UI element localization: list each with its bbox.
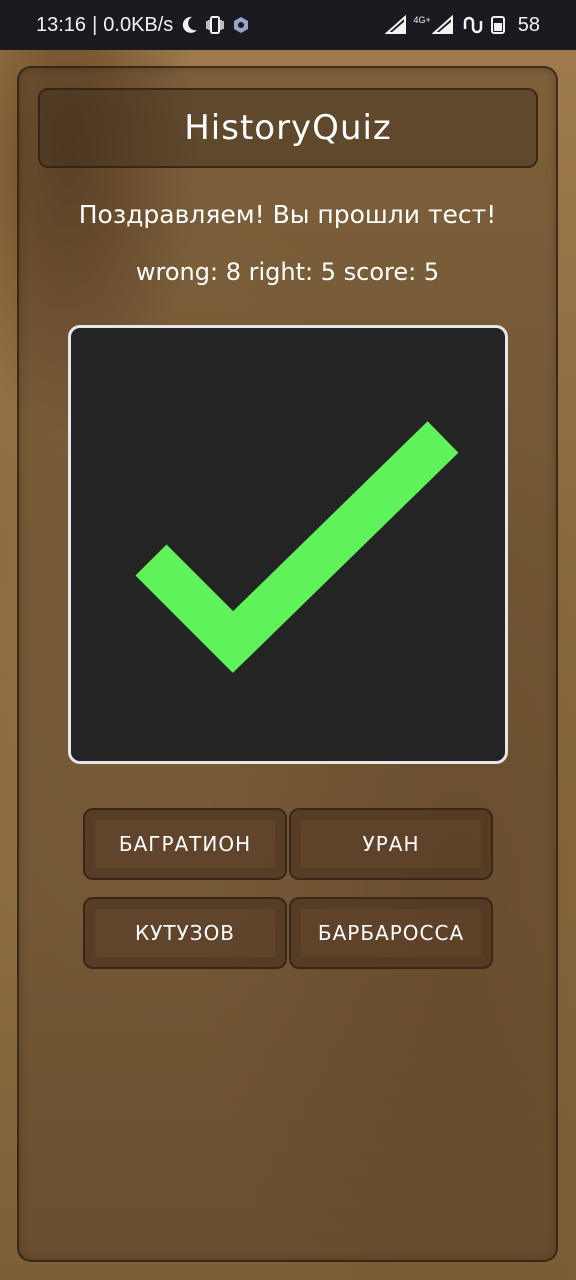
answer-button-4[interactable]: БАРБАРОССА [289,897,493,969]
link-icon [462,15,482,35]
status-left: 13:16 | 0.0KB/s [36,14,251,37]
answer-label: БАРБАРОССА [317,921,465,945]
status-right: 4G+ 58 [384,13,540,37]
answer-button-1[interactable]: БАГРАТИОН [83,808,287,880]
battery-level: 58 [517,13,540,36]
answer-label: БАГРАТИОН [118,832,252,856]
moon-icon [179,15,199,35]
settings-hex-icon [231,15,251,35]
score-line: wrong: 8 right: 5 score: 5 [135,258,440,286]
status-bar: 13:16 | 0.0KB/s 4G+ 58 [0,0,576,50]
app-title-bar: HistoryQuiz [38,88,538,168]
signal-icon [384,14,407,35]
answer-button-3[interactable]: КУТУЗОВ [83,897,287,969]
result-message: Поздравляем! Вы прошли тест! [78,200,497,229]
answer-button-2[interactable]: УРАН [289,808,493,880]
status-separator: | [92,13,98,36]
checkmark-icon [135,421,459,673]
battery-icon [490,15,510,35]
answer-label: УРАН [362,832,420,856]
vibrate-icon [205,15,225,35]
app-title: HistoryQuiz [184,108,392,148]
network-label: 4G+ [413,15,431,25]
signal-4g-icon: 4G+ [413,15,453,35]
answer-label: КУТУЗОВ [134,921,236,945]
status-time: 13:16 [36,13,87,36]
question-image [68,325,508,764]
status-net-speed: 0.0KB/s [103,13,174,36]
